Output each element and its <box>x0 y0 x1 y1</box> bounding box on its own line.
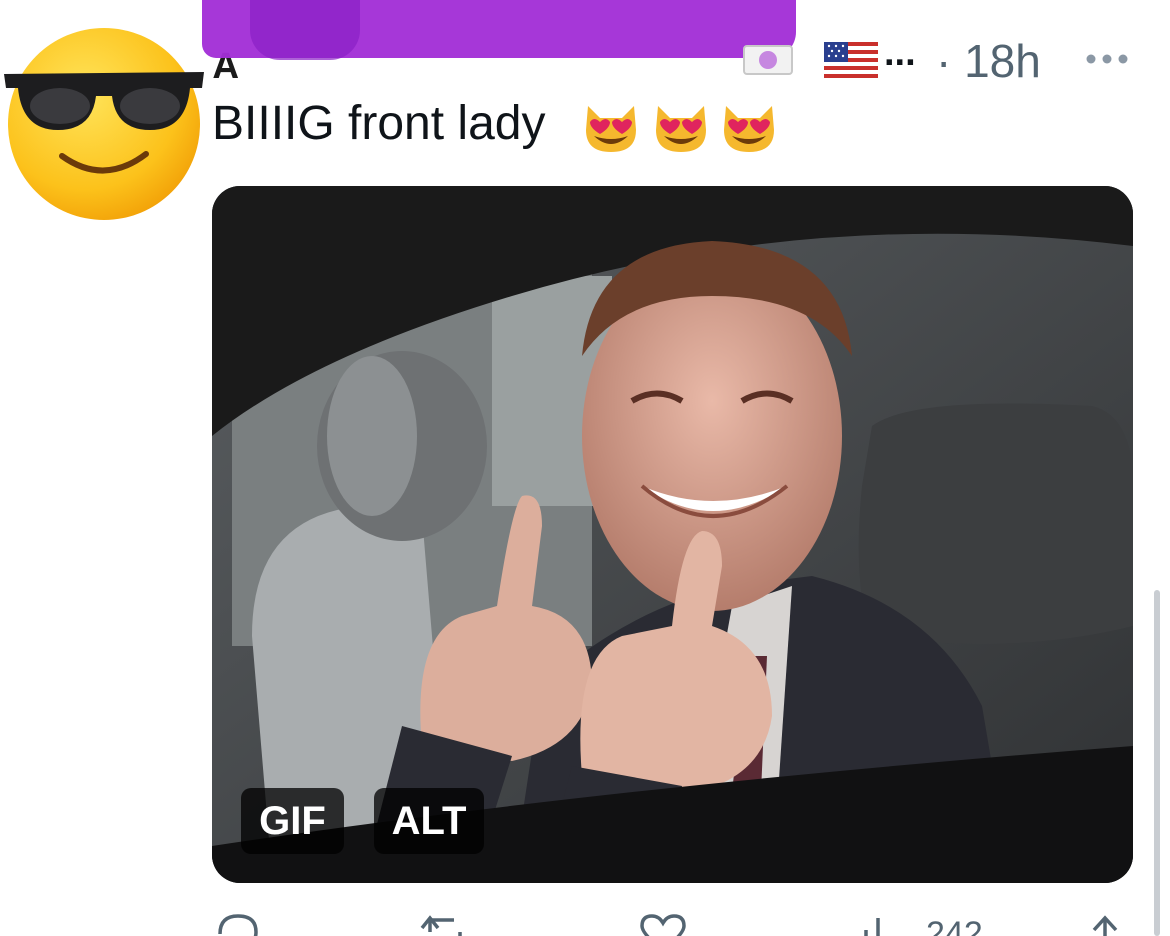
timestamp[interactable]: · 18h <box>936 34 1041 88</box>
views-chart-icon[interactable] <box>856 912 904 936</box>
gif-frame-image <box>212 186 1133 883</box>
gif-badge: GIF <box>241 788 344 854</box>
avatar[interactable] <box>4 26 204 226</box>
alt-text-button[interactable]: ALT <box>374 788 484 854</box>
retweet-icon[interactable] <box>420 912 470 936</box>
views-count: 242 <box>926 915 983 936</box>
tweet-text: BIIIIG front lady <box>212 97 546 150</box>
sunglasses-smiley-icon <box>4 28 204 220</box>
tweet-post[interactable]: A ... · 18h BIIIIG front lady GIF ALT 24… <box>0 0 1170 936</box>
us-flag-icon <box>824 42 878 78</box>
name-ellipsis: ... <box>884 32 916 74</box>
heart-eyes-cat-emoji <box>720 96 778 156</box>
heart-eyes-cat-emoji <box>652 96 710 156</box>
scrollbar[interactable] <box>1154 590 1160 936</box>
share-icon[interactable] <box>1088 912 1122 936</box>
more-horizontal-icon[interactable] <box>1084 48 1130 70</box>
heart-eyes-cat-emoji <box>582 96 640 156</box>
gif-media[interactable] <box>212 186 1133 883</box>
id-card-icon <box>742 44 794 76</box>
name-redaction-shade <box>250 0 360 60</box>
heart-icon[interactable] <box>638 912 688 936</box>
reply-icon[interactable] <box>214 912 262 936</box>
